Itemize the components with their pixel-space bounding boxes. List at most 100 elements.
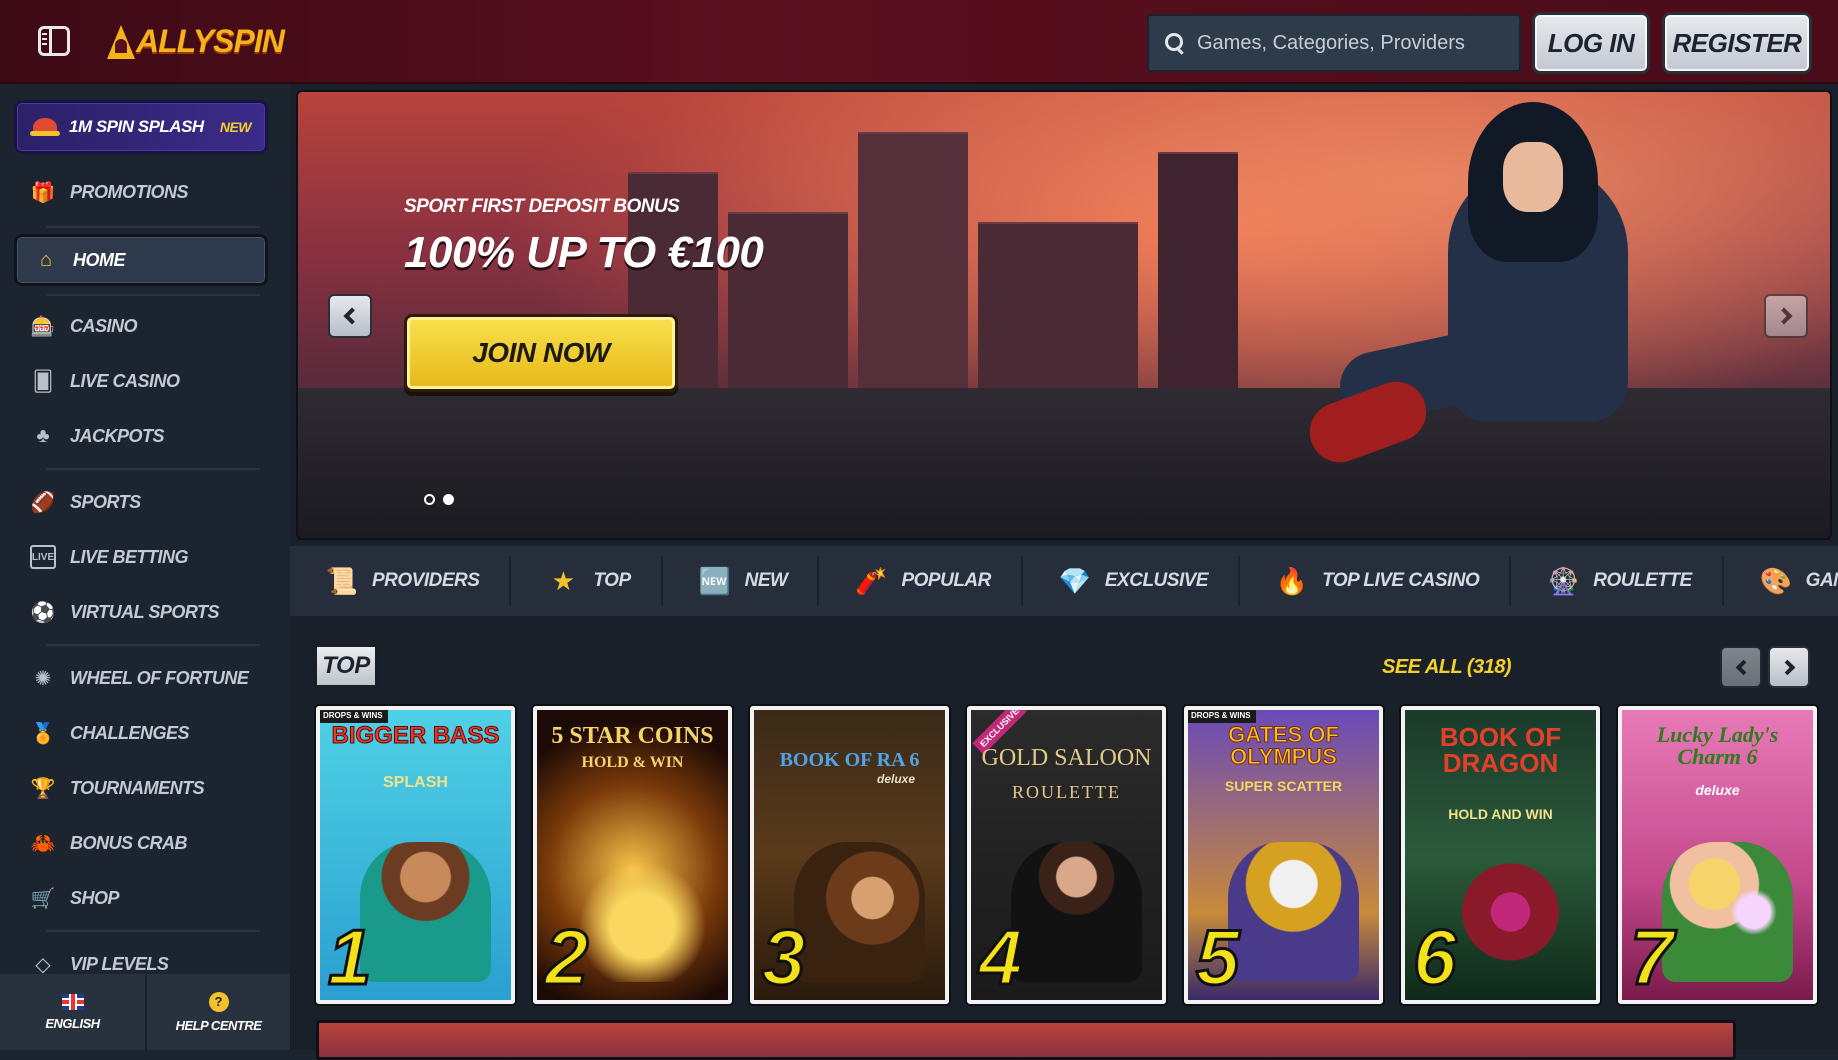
sidebar-item-jackpots[interactable]: ♣ JACKPOTS bbox=[14, 410, 268, 462]
sidebar-item-label: TOURNAMENTS bbox=[70, 777, 205, 798]
category-label: ROULETTE bbox=[1593, 570, 1692, 591]
new-badge-icon: 🆕 bbox=[698, 565, 731, 596]
sidebar-footer: ENGLISH ? HELP CENTRE bbox=[0, 974, 290, 1050]
game-tile[interactable]: EXCLUSIVE GOLD SALOON ROULETTE 4 bbox=[967, 706, 1166, 1004]
sidebar-item-virtual-sports[interactable]: ⚽ VIRTUAL SPORTS bbox=[14, 586, 268, 638]
category-new[interactable]: 🆕 NEW bbox=[663, 556, 820, 606]
sidebar-item-shop[interactable]: 🛒 SHOP bbox=[14, 872, 268, 924]
game-tile[interactable]: DROPS & WINS GATES OF OLYMPUS SUPER SCAT… bbox=[1184, 706, 1383, 1004]
game-subtitle: HOLD & WIN bbox=[581, 754, 684, 771]
game-tile[interactable]: 5 STAR COINS HOLD & WIN 2 bbox=[533, 706, 732, 1004]
spin-splash-promo[interactable]: 1M SPIN SPLASH NEW bbox=[14, 100, 268, 154]
game-title: BOOK of DRAGON bbox=[1439, 722, 1562, 778]
secondary-banner[interactable] bbox=[316, 1020, 1736, 1060]
sidebar-item-casino[interactable]: 🎰 CASINO bbox=[14, 300, 268, 352]
divider bbox=[46, 294, 260, 296]
search-box[interactable] bbox=[1147, 14, 1521, 72]
game-subtitle: SPLASH bbox=[383, 774, 448, 791]
sidebar-item-live-casino[interactable]: 🂠 LIVE CASINO bbox=[14, 355, 268, 407]
diamond-icon: ◇ bbox=[35, 953, 51, 976]
section-title-top: TOP bbox=[314, 644, 378, 688]
divider bbox=[46, 644, 260, 646]
playing-card-icon: 🂠 bbox=[32, 370, 54, 393]
search-input[interactable] bbox=[1197, 31, 1517, 55]
game-subtitle: deluxe bbox=[876, 772, 915, 786]
logo-text: ALLYSPIN bbox=[136, 22, 285, 59]
sidebar-item-wheel-of-fortune[interactable]: ✺ WHEEL OF FORTUNE bbox=[14, 652, 268, 704]
search-icon bbox=[1165, 33, 1185, 53]
hero-banner[interactable]: SPORT FIRST DEPOSIT BONUS 100% UP TO €10… bbox=[296, 90, 1832, 540]
category-bar: 📜 PROVIDERS ★ TOP 🆕 NEW 🧨 POPULAR 💎 EXCL… bbox=[290, 546, 1838, 616]
game-tile[interactable]: BOOK OF RA 6 deluxe 3 bbox=[750, 706, 949, 1004]
game-rank: 3 bbox=[760, 913, 806, 1001]
category-popular[interactable]: 🧨 POPULAR bbox=[819, 556, 1023, 606]
sidebar-item-label: WHEEL OF FORTUNE bbox=[70, 667, 249, 688]
hero-prev-button[interactable] bbox=[328, 294, 372, 338]
category-top[interactable]: ★ TOP bbox=[511, 556, 663, 606]
category-top-live-casino[interactable]: 🔥 TOP LIVE CASINO bbox=[1240, 556, 1512, 606]
logo[interactable]: ALLYSPIN bbox=[104, 18, 285, 64]
sidebar-item-label: PROMOTIONS bbox=[70, 181, 189, 202]
uk-flag-icon bbox=[61, 993, 84, 1010]
game-tile[interactable]: BOOK of DRAGON HOLD AND WIN 6 bbox=[1401, 706, 1600, 1004]
game-artwork bbox=[360, 842, 491, 982]
category-label: POPULAR bbox=[901, 570, 991, 591]
sidebar-item-challenges[interactable]: 🏅 CHALLENGES bbox=[14, 707, 268, 759]
game-artwork bbox=[794, 842, 925, 982]
fire-icon: 🔥 bbox=[1275, 565, 1309, 596]
game-shows-icon: 🎨 bbox=[1759, 565, 1792, 596]
category-roulette[interactable]: 🎡 ROULETTE bbox=[1511, 556, 1724, 606]
sidebar-item-label: SHOP bbox=[70, 887, 120, 908]
gift-icon: 🎁 bbox=[30, 181, 56, 204]
slide-dot-2[interactable] bbox=[443, 494, 454, 505]
hero-next-button[interactable] bbox=[1764, 294, 1808, 338]
home-icon: ⌂ bbox=[39, 248, 53, 271]
sidebar-item-live-betting[interactable]: LIVE LIVE BETTING bbox=[14, 531, 268, 583]
sidebar-item-bonus-crab[interactable]: 🦀 BONUS CRAB bbox=[14, 817, 268, 869]
game-artwork bbox=[1228, 842, 1359, 982]
hat-icon bbox=[30, 118, 60, 136]
language-selector[interactable]: ENGLISH bbox=[0, 974, 145, 1050]
help-icon: ? bbox=[208, 991, 229, 1012]
login-button[interactable]: LOG IN bbox=[1532, 12, 1650, 74]
rail-next-button[interactable] bbox=[1768, 646, 1810, 688]
language-label: ENGLISH bbox=[45, 1015, 100, 1031]
wheel-icon: ✺ bbox=[34, 667, 52, 690]
logo-mark-icon bbox=[104, 21, 138, 61]
game-title: Lucky Lady's Charm 6 bbox=[1656, 722, 1779, 769]
sidebar-item-sports[interactable]: 🏈 SPORTS bbox=[14, 476, 268, 528]
hero-subtitle: SPORT FIRST DEPOSIT BONUS bbox=[404, 196, 680, 217]
sidebar-item-tournaments[interactable]: 🏆 TOURNAMENTS bbox=[14, 762, 268, 814]
sidebar-toggle-icon[interactable] bbox=[38, 26, 70, 56]
slide-dot-1[interactable] bbox=[424, 494, 435, 505]
sidebar-item-label: LIVE BETTING bbox=[70, 546, 189, 567]
sidebar-item-label: LIVE CASINO bbox=[70, 370, 180, 391]
join-now-button[interactable]: JOIN NOW bbox=[404, 314, 678, 392]
rail-prev-button[interactable] bbox=[1720, 646, 1762, 688]
category-game-shows[interactable]: 🎨 GAME S bbox=[1724, 556, 1838, 606]
sidebar-item-label: VIP LEVELS bbox=[70, 953, 169, 974]
main-content: SPORT FIRST DEPOSIT BONUS 100% UP TO €10… bbox=[290, 84, 1838, 1060]
gem-icon: 💎 bbox=[1058, 565, 1092, 596]
sidebar-item-promotions[interactable]: 🎁 PROMOTIONS bbox=[14, 166, 268, 218]
game-rank: 5 bbox=[1194, 913, 1240, 1001]
sidebar-item-label: BONUS CRAB bbox=[70, 832, 188, 853]
game-tile[interactable]: DROPS & WINS BIGGER BASS SPLASH 1 bbox=[316, 706, 515, 1004]
register-button[interactable]: REGISTER bbox=[1662, 12, 1812, 74]
sidebar-item-label: HOME bbox=[73, 249, 126, 270]
new-badge: NEW bbox=[219, 119, 252, 135]
sidebar: 1M SPIN SPLASH NEW 🎁 PROMOTIONS ⌂ HOME 🎰… bbox=[0, 84, 290, 1050]
chevron-left-icon bbox=[343, 307, 361, 325]
game-subtitle: SUPER SCATTER bbox=[1224, 778, 1343, 794]
game-rank: 4 bbox=[977, 913, 1023, 1001]
category-providers[interactable]: 📜 PROVIDERS bbox=[290, 556, 512, 606]
category-exclusive[interactable]: 💎 EXCLUSIVE bbox=[1023, 556, 1241, 606]
game-tile[interactable]: Lucky Lady's Charm 6 deluxe 7 bbox=[1618, 706, 1817, 1004]
hero-pagination bbox=[424, 494, 454, 505]
game-title: GATES OF OLYMPUS bbox=[1228, 722, 1340, 769]
drops-wins-badge: DROPS & WINS bbox=[1188, 710, 1256, 723]
help-centre-button[interactable]: ? HELP CENTRE bbox=[145, 974, 290, 1050]
sidebar-item-home[interactable]: ⌂ HOME bbox=[14, 234, 268, 286]
slot-machine-icon: 🎰 bbox=[30, 315, 56, 338]
see-all-link[interactable]: SEE ALL (318) bbox=[1382, 656, 1512, 679]
